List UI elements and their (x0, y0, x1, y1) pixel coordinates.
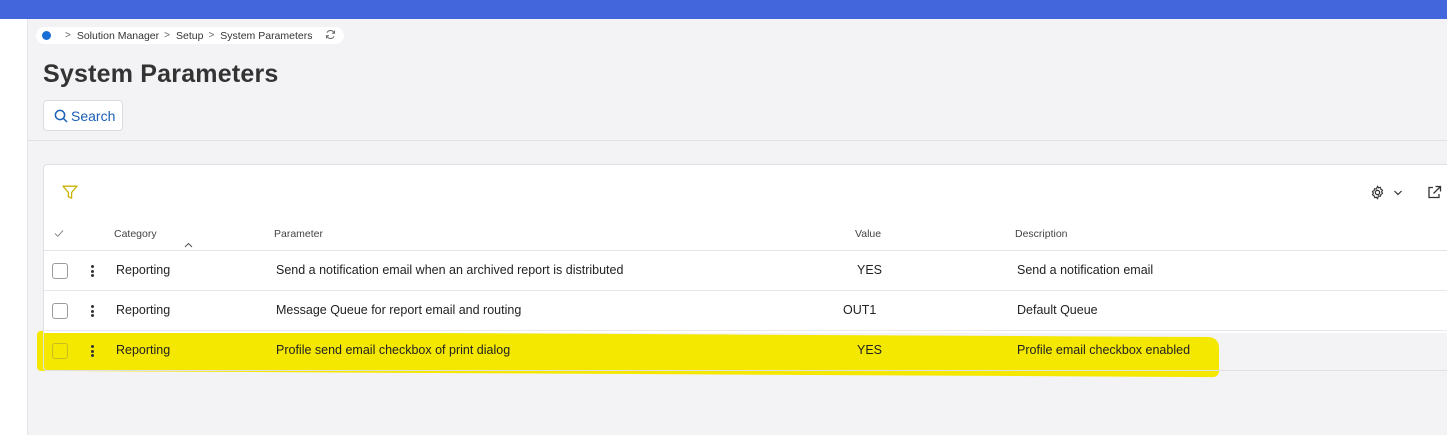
left-rail (0, 19, 28, 435)
row-checkbox[interactable] (52, 303, 68, 319)
column-header-value[interactable]: Value (855, 228, 881, 240)
divider (28, 140, 1447, 141)
refresh-icon[interactable] (325, 29, 336, 43)
cell-description: Default Queue (1017, 303, 1098, 317)
home-icon[interactable] (42, 31, 51, 40)
more-options-icon[interactable] (87, 264, 97, 278)
more-options-icon[interactable] (87, 304, 97, 318)
gear-icon (1371, 185, 1384, 200)
filter-icon[interactable] (62, 185, 78, 205)
cell-category: Reporting (116, 343, 171, 357)
row-checkbox[interactable] (52, 263, 68, 279)
chevron-right-icon: > (164, 30, 170, 41)
select-all-checkmark-icon[interactable] (54, 229, 64, 241)
table-row[interactable]: Reporting Profile send email checkbox of… (44, 331, 1447, 371)
more-options-icon[interactable] (87, 344, 97, 358)
table-header: Category Parameter Value Description (44, 217, 1447, 251)
breadcrumb: > Solution Manager > Setup > System Para… (36, 27, 344, 44)
cell-value: YES (857, 343, 883, 357)
column-header-description[interactable]: Description (1015, 228, 1068, 240)
cell-description: Send a notification email (1017, 263, 1154, 277)
page-title: System Parameters (43, 60, 279, 88)
top-bar (0, 0, 1447, 19)
chevron-right-icon: > (65, 30, 71, 41)
table-settings-button[interactable] (1370, 185, 1403, 200)
breadcrumb-item-system-parameters: System Parameters (220, 29, 313, 42)
sort-ascending-icon[interactable] (184, 239, 193, 251)
parameters-table: Category Parameter Value Description Rep… (44, 217, 1447, 371)
row-checkbox[interactable] (52, 343, 68, 359)
table-row[interactable]: Reporting Message Queue for report email… (44, 291, 1447, 331)
breadcrumb-item-solution-manager[interactable]: Solution Manager (77, 30, 159, 42)
cell-value: OUT1 (843, 303, 877, 317)
table-row[interactable]: Reporting Send a notification email when… (44, 251, 1447, 291)
export-icon[interactable] (1427, 185, 1442, 205)
cell-parameter: Profile send email checkbox of print dia… (276, 343, 511, 357)
cell-parameter: Message Queue for report email and routi… (276, 303, 522, 317)
search-button-label: Search (71, 107, 116, 124)
cell-category: Reporting (116, 303, 171, 317)
cell-value: YES (857, 263, 883, 277)
cell-description: Profile email checkbox enabled (1017, 343, 1191, 357)
results-card: Category Parameter Value Description Rep… (43, 164, 1447, 371)
column-header-category[interactable]: Category (114, 228, 157, 240)
column-header-parameter[interactable]: Parameter (274, 228, 323, 240)
search-icon (54, 109, 68, 123)
chevron-right-icon: > (208, 30, 215, 41)
cell-parameter: Send a notification email when an archiv… (276, 263, 624, 277)
cell-category: Reporting (116, 263, 171, 277)
search-button[interactable]: Search (43, 100, 123, 131)
chevron-down-icon (1394, 190, 1402, 195)
breadcrumb-item-setup[interactable]: Setup (176, 30, 203, 42)
